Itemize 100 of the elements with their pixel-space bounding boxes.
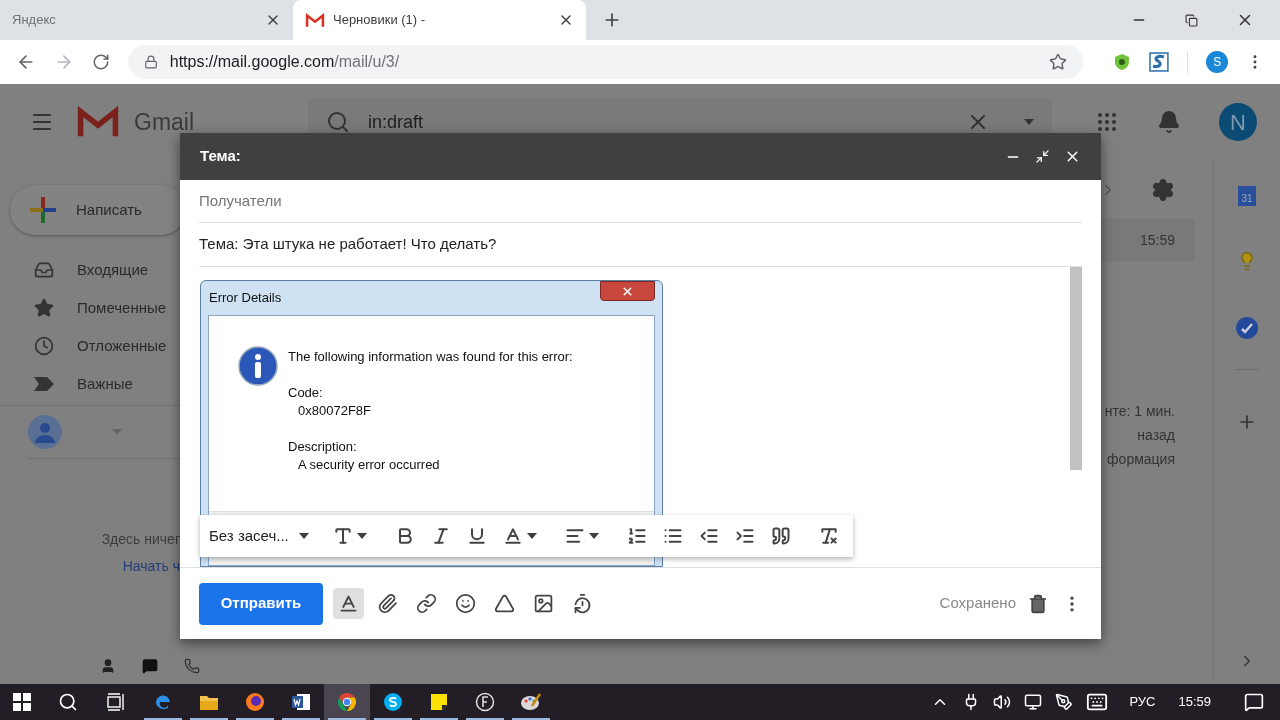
paint-palette-icon	[520, 692, 542, 712]
keyboard-icon[interactable]	[1086, 691, 1109, 713]
exit-fullscreen-icon[interactable]	[1035, 149, 1050, 164]
info-icon	[238, 346, 278, 386]
indent-icon	[734, 526, 755, 546]
clock-time[interactable]: 15:59	[1178, 692, 1211, 712]
clock-icon	[34, 336, 54, 356]
restore-icon[interactable]	[1185, 13, 1198, 27]
start-link[interactable]: Начать ч	[122, 556, 180, 577]
gmail-logo-icon	[76, 105, 120, 139]
caret-icon	[526, 533, 537, 539]
shield-extension-icon[interactable]	[1113, 53, 1132, 71]
code-label: Code:	[288, 384, 324, 402]
trash-icon[interactable]	[1028, 593, 1048, 614]
tasks-icon[interactable]	[1236, 317, 1258, 339]
notifications-icon[interactable]	[1157, 110, 1181, 134]
network-icon[interactable]	[1024, 693, 1043, 711]
saved-status: Сохранено	[939, 593, 1016, 614]
contacts-icon[interactable]	[100, 657, 116, 675]
input-language[interactable]: РУС	[1129, 692, 1156, 712]
tag-icon	[34, 377, 54, 391]
nav-item[interactable]: Входящие	[0, 251, 200, 289]
search-query: in:draft	[368, 110, 425, 134]
dialog-title: Error Details	[209, 289, 283, 308]
volume-icon[interactable]	[993, 693, 1012, 711]
nav-item[interactable]: Отложенные	[0, 327, 200, 365]
folder-icon	[199, 693, 219, 711]
bookmark-star-icon[interactable]	[1049, 53, 1068, 71]
lock-icon	[143, 55, 158, 69]
paperclip-icon	[377, 593, 398, 614]
scrollbar-thumb[interactable]	[1070, 267, 1082, 470]
description-label: Description:	[288, 438, 358, 456]
compose-action-button[interactable]	[333, 588, 364, 619]
address-field[interactable]: https://mail.google.com/mail/u/3/	[127, 45, 1084, 79]
activity-text: формация	[1107, 450, 1175, 468]
send-button[interactable]: Отправить	[199, 582, 323, 625]
task-view-icon[interactable]	[106, 693, 126, 711]
phone-icon[interactable]	[184, 657, 200, 675]
star-icon	[34, 298, 54, 318]
calendar-icon[interactable]: 31	[1238, 186, 1256, 206]
recipients-field[interactable]: Получатели	[199, 189, 1082, 213]
dialog-close-button[interactable]	[600, 281, 655, 301]
settings-icon[interactable]	[1151, 178, 1175, 202]
extension-icon[interactable]	[1149, 52, 1170, 72]
link-icon	[416, 593, 437, 614]
gmail-logo-icon	[305, 12, 325, 28]
smiley-icon	[455, 593, 476, 614]
nav-item[interactable]: Помеченные	[0, 289, 200, 327]
action-center-icon[interactable]	[1244, 692, 1264, 712]
underline-icon	[466, 526, 487, 546]
close-icon	[621, 284, 634, 298]
search-icon[interactable]	[58, 692, 78, 712]
image-icon	[533, 593, 554, 614]
letter-circle-icon	[475, 692, 495, 712]
bulleted-list-icon	[662, 526, 683, 546]
apps-grid-icon[interactable]	[1095, 110, 1119, 134]
caret-icon	[298, 533, 309, 539]
outdent-icon	[698, 526, 719, 546]
account-avatar[interactable]: N	[1219, 103, 1257, 141]
tab-title: Яндекс	[12, 11, 57, 30]
empty-state-text: Здесь ничег	[101, 530, 180, 549]
url-text: https://mail.google.com/mail/u/3/	[169, 52, 401, 72]
triangle-icon	[494, 593, 515, 614]
compose-title: Тема:	[200, 146, 242, 167]
caret-icon	[588, 533, 599, 539]
font-dropdown[interactable]: Без засеч...	[209, 524, 313, 548]
subject-field[interactable]: Тема: Эта штука не работает! Что делать?	[199, 233, 1082, 256]
sticky-note-icon	[430, 693, 448, 711]
pen-icon[interactable]	[1055, 693, 1074, 711]
numbered-list-icon	[626, 526, 647, 546]
chat-icon[interactable]	[142, 657, 158, 675]
error-message: The following information was found for this error:	[288, 348, 573, 366]
text-format-icon	[338, 593, 359, 614]
activity-text: назад	[1137, 426, 1175, 444]
plus-icon	[28, 195, 58, 225]
email-time: 15:59	[1139, 230, 1175, 250]
align-icon	[564, 526, 585, 546]
nav-item[interactable]: Важные	[0, 365, 200, 403]
tab-title: Черновики (1) -	[333, 11, 427, 30]
firefox-icon	[245, 692, 265, 712]
clear-formatting-icon	[818, 526, 839, 546]
browser-tab[interactable]: Черновики (1) -	[293, 0, 586, 40]
chrome-icon	[337, 692, 357, 712]
reload-icon[interactable]	[91, 53, 110, 71]
error-code: 0x80072F8F	[297, 402, 372, 420]
text-size-icon	[332, 526, 353, 546]
lock-clock-icon	[572, 593, 593, 614]
caret-icon	[1024, 119, 1034, 125]
quote-icon	[770, 526, 791, 546]
word-icon	[291, 692, 311, 712]
skype-icon	[383, 692, 403, 712]
profile-avatar[interactable]: S	[1206, 51, 1229, 73]
gmail-logo-text: Gmail	[134, 107, 195, 137]
activity-text: нте: 1 мин.	[1104, 402, 1175, 420]
error-description: A security error occurred	[297, 456, 441, 474]
windows-start-icon[interactable]	[13, 693, 31, 711]
search-icon	[326, 110, 350, 134]
caret-icon	[112, 429, 122, 435]
caret-icon	[356, 533, 367, 539]
inbox-icon	[34, 260, 54, 280]
